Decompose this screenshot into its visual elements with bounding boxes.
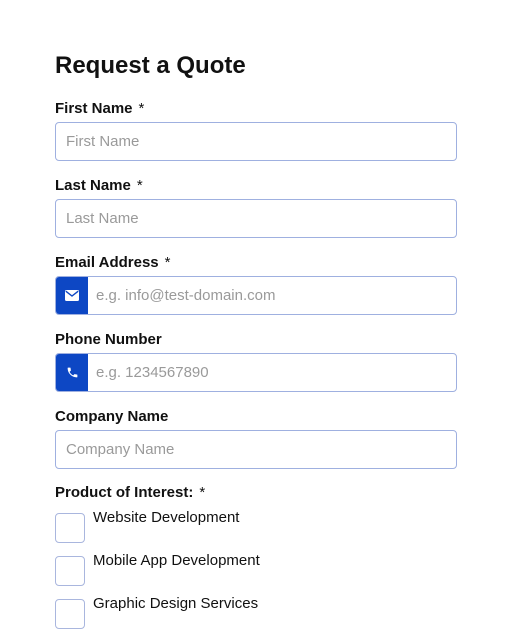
first-name-label: First Name *: [55, 99, 457, 119]
email-input[interactable]: [88, 277, 456, 314]
phone-icon: [56, 354, 88, 391]
required-marker: *: [199, 484, 206, 501]
company-label: Company Name: [55, 407, 457, 427]
last-name-input[interactable]: [55, 199, 457, 238]
first-name-input[interactable]: [55, 122, 457, 161]
required-marker: *: [136, 177, 143, 194]
product-option[interactable]: Website Development: [55, 508, 457, 551]
products-label-text: Product of Interest:: [55, 484, 194, 501]
required-marker: *: [164, 254, 171, 271]
product-checkbox[interactable]: [55, 513, 85, 543]
email-label-text: Email Address: [55, 254, 159, 271]
product-option-label: Website Development: [93, 509, 240, 526]
phone-input[interactable]: [88, 354, 456, 391]
company-label-text: Company Name: [55, 408, 169, 425]
email-field: [55, 276, 457, 315]
company-input[interactable]: [55, 430, 457, 469]
last-name-label-text: Last Name: [55, 177, 131, 194]
phone-label-text: Phone Number: [55, 331, 162, 348]
product-checkbox[interactable]: [55, 556, 85, 586]
product-option-label: Mobile App Development: [93, 552, 260, 569]
product-option-label: Graphic Design Services: [93, 595, 259, 612]
email-label: Email Address *: [55, 253, 457, 273]
envelope-icon: [56, 277, 88, 314]
required-marker: *: [138, 100, 145, 117]
phone-field: [55, 353, 457, 392]
first-name-label-text: First Name: [55, 100, 133, 117]
products-label: Product of Interest: *: [55, 483, 457, 503]
product-option[interactable]: Graphic Design Services: [55, 594, 457, 637]
last-name-label: Last Name *: [55, 176, 457, 196]
product-option[interactable]: Mobile App Development: [55, 551, 457, 594]
quote-form: Request a Quote First Name * Last Name * E…: [55, 50, 457, 637]
phone-label: Phone Number: [55, 330, 457, 350]
product-checkbox[interactable]: [55, 599, 85, 629]
form-title: Request a Quote: [55, 52, 246, 79]
